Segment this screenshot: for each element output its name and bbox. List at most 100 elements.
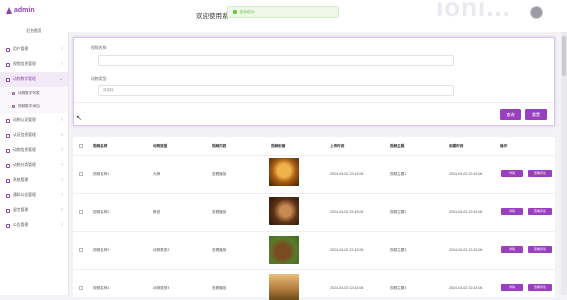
sidebar-subitem-label: 动物数字列表	[18, 91, 40, 95]
video-cover-meerkat	[269, 274, 299, 300]
check-circle-icon	[233, 10, 237, 14]
sidebar-item-label: 用户管理	[13, 47, 29, 51]
cell-type: 大狮	[153, 172, 161, 176]
cell-content-link[interactable]: 查看播放	[212, 286, 226, 291]
sidebar-subitem-list[interactable]: 动物数字列表	[0, 87, 68, 100]
sidebar-item-video-info[interactable]: 视频信息管理 ‹	[0, 57, 68, 72]
mouse-cursor-icon: ↖	[76, 115, 82, 122]
sidebar-item-label: 公告管理	[13, 223, 29, 227]
sidebar-item-animal-category[interactable]: 动物分类管理 ‹	[0, 158, 68, 173]
sidebar-item-label: 通知公告管理	[13, 193, 36, 197]
message-icon	[6, 208, 10, 213]
chevron-left-icon: ‹	[61, 162, 63, 168]
video-cover-rabbit	[269, 197, 299, 225]
cell-upload-time: 2024-04-02 22:43:06	[330, 210, 364, 214]
cell-topic: 视频主题1	[390, 172, 407, 176]
chevron-left-icon: ‹	[61, 132, 63, 138]
watermark: ioni...	[436, 0, 511, 22]
chevron-left-icon: ‹	[61, 117, 63, 123]
sidebar-item-home[interactable]: 后台首页	[0, 20, 68, 42]
table-row: 视频名称1 大狮 查看播放 2024-04-02 22:43:06 视频主题1 …	[73, 155, 555, 194]
cell-expire-time: 2024-04-02 22:43:06	[449, 210, 483, 214]
chevron-left-icon: ‹	[61, 222, 63, 228]
sidebar-item-label: 认证信息管理	[13, 133, 36, 137]
scrollbar-thumb[interactable]	[562, 36, 566, 76]
search-panel: 视频名称: 动物类型: 请选择 查询 重置	[73, 37, 555, 126]
sidebar-subitem-add[interactable]: 视频数字添加	[0, 100, 68, 113]
sidebar-item-label: 动物信息管理	[13, 148, 36, 152]
cell-upload-time: 2024-04-02 22:43:06	[330, 248, 364, 252]
row-checkbox[interactable]	[79, 248, 83, 252]
vertical-scrollbar[interactable]	[561, 32, 567, 295]
divider	[74, 102, 554, 103]
video-cover-guinea-pig	[269, 236, 299, 264]
folder-icon	[6, 77, 10, 82]
column-header: 视频名称	[93, 144, 108, 148]
gear-icon	[6, 178, 10, 183]
chevron-left-icon: ‹	[61, 147, 63, 153]
cell-name: 视频名称4	[93, 286, 110, 290]
sidebar: admin 后台首页 用户管理 ‹ 视频信息管理 ‹ 动物数字管理 ⌄ 动物数字列表 …	[0, 0, 69, 295]
row-checkbox[interactable]	[79, 172, 83, 176]
chevron-left-icon: ‹	[61, 61, 63, 67]
cell-name: 视频名称3	[93, 248, 110, 252]
sidebar-item-label: 动物认证管理	[13, 118, 36, 122]
bullet-icon	[12, 92, 15, 95]
detail-button[interactable]: 详情	[501, 170, 523, 177]
sidebar-item-label: 留言管理	[13, 208, 29, 212]
view-comments-button[interactable]: 查看评论	[528, 284, 552, 291]
sidebar-item-label: 视频信息管理	[13, 62, 36, 66]
sidebar-item-system[interactable]: 系统管理 ‹	[0, 173, 68, 188]
animal-type-select[interactable]: 请选择	[98, 85, 454, 96]
sidebar-item-animal-info[interactable]: 动物信息管理 ‹	[0, 143, 68, 158]
row-checkbox[interactable]	[79, 286, 83, 290]
sidebar-home-label: 后台首页	[26, 28, 42, 33]
detail-button[interactable]: 详情	[501, 284, 523, 291]
cell-name: 视频名称2	[93, 210, 110, 214]
cell-type: 豚鼠	[153, 210, 161, 214]
column-header: 操作	[500, 144, 508, 148]
select-all-checkbox[interactable]	[79, 144, 83, 148]
column-header: 视频封面	[271, 144, 286, 148]
sidebar-item-announcement[interactable]: 公告管理 ‹	[0, 218, 68, 233]
animal-type-label: 动物类型:	[91, 77, 108, 81]
sidebar-item-label: 动物分类管理	[13, 163, 36, 167]
cell-type: 动物类型3	[153, 248, 170, 252]
chevron-left-icon: ‹	[61, 46, 63, 52]
sidebar-item-label: 系统管理	[13, 178, 29, 182]
detail-button[interactable]: 详情	[501, 208, 523, 215]
megaphone-icon	[6, 223, 10, 228]
cell-content-link[interactable]: 查看播放	[212, 210, 226, 215]
avatar[interactable]	[530, 6, 543, 19]
query-button[interactable]: 查询	[500, 109, 521, 120]
row-checkbox[interactable]	[79, 210, 83, 214]
sidebar-item-notice[interactable]: 通知公告管理 ‹	[0, 188, 68, 203]
success-toast: 查询成功!	[227, 6, 339, 18]
chevron-down-icon: ⌄	[58, 76, 63, 82]
cell-expire-time: 2024-04-02 22:43:06	[449, 286, 483, 290]
sidebar-item-message[interactable]: 留言管理 ‹	[0, 203, 68, 218]
bell-icon	[6, 193, 10, 198]
cell-upload-time: 2024-04-02 22:43:06	[330, 172, 364, 176]
sidebar-item-animal-digital[interactable]: 动物数字管理 ⌄	[0, 72, 68, 87]
view-comments-button[interactable]: 查看评论	[528, 170, 552, 177]
document-icon	[6, 133, 10, 138]
column-header: 到期时间	[449, 144, 464, 148]
cell-content-link[interactable]: 查看播放	[212, 172, 226, 177]
sidebar-item-auth-info[interactable]: 认证信息管理 ‹	[0, 128, 68, 143]
detail-button[interactable]: 详情	[501, 246, 523, 253]
view-comments-button[interactable]: 查看评论	[528, 246, 552, 253]
sidebar-item-animal-auth[interactable]: 动物认证管理 ‹	[0, 113, 68, 128]
sidebar-item-label: 动物数字管理	[13, 77, 36, 81]
cell-upload-time: 2024-04-02 22:43:06	[330, 286, 364, 290]
cell-type: 动物类型4	[153, 286, 170, 290]
video-name-input[interactable]	[98, 55, 454, 66]
column-header: 视频主题	[390, 144, 405, 148]
reset-button[interactable]: 重置	[525, 109, 547, 120]
logo[interactable]: admin	[0, 0, 68, 20]
video-icon	[6, 62, 10, 67]
cell-expire-time: 2024-04-02 22:43:06	[449, 248, 483, 252]
view-comments-button[interactable]: 查看评论	[528, 208, 552, 215]
sidebar-item-users[interactable]: 用户管理 ‹	[0, 42, 68, 57]
cell-content-link[interactable]: 查看播放	[212, 248, 226, 253]
